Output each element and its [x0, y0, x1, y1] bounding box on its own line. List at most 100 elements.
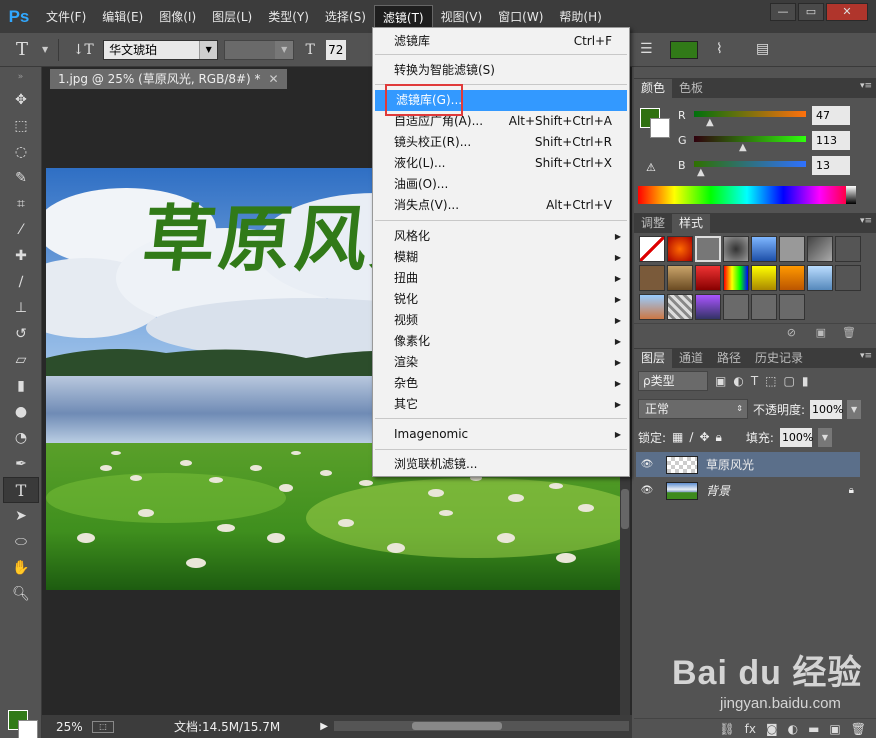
style-swatch[interactable]: [835, 236, 861, 262]
menu-view[interactable]: 视图(V): [433, 5, 491, 29]
green-slider[interactable]: G ▲ 113: [678, 131, 874, 153]
history-brush-tool-icon[interactable]: ↺: [3, 321, 39, 347]
slider-knob-icon[interactable]: ▲: [697, 167, 705, 178]
slider-knob-icon[interactable]: ▲: [739, 142, 747, 153]
panel-grip-icon[interactable]: »: [0, 67, 41, 87]
style-swatch[interactable]: [751, 236, 777, 262]
layer-name[interactable]: 背景: [706, 482, 730, 499]
eye-icon[interactable]: 👁︎: [636, 485, 658, 496]
ellipse-tool-icon[interactable]: ⬭: [3, 529, 39, 555]
close-tab-icon[interactable]: ✕: [269, 72, 279, 86]
menu-image[interactable]: 图像(I): [151, 5, 204, 29]
vanishing-point[interactable]: 消失点(V)... Alt+Ctrl+V: [373, 195, 629, 216]
browse-online-filters[interactable]: 浏览联机滤镜...: [373, 454, 629, 475]
red-value-input[interactable]: 47: [812, 106, 850, 125]
green-value-input[interactable]: 113: [812, 131, 850, 150]
type-tool-icon[interactable]: T: [8, 39, 36, 60]
lasso-tool-icon[interactable]: ◌: [3, 139, 39, 165]
crop-tool-icon[interactable]: ⌗: [3, 191, 39, 217]
smart-object-filter-icon[interactable]: ▢: [784, 374, 795, 388]
lock-position-icon[interactable]: ✥: [699, 430, 709, 444]
tab-color[interactable]: 颜色: [634, 79, 673, 98]
eraser-tool-icon[interactable]: ▱: [3, 347, 39, 373]
submenu-render[interactable]: 渲染 ▶: [373, 352, 629, 373]
scrollbar-thumb[interactable]: [412, 722, 502, 730]
chevron-down-icon[interactable]: ▼: [817, 427, 832, 447]
style-swatch[interactable]: [779, 236, 805, 262]
submenu-noise[interactable]: 杂色 ▶: [373, 373, 629, 394]
menu-file[interactable]: 文件(F): [38, 5, 94, 29]
style-swatch[interactable]: [639, 265, 665, 291]
submenu-blur[interactable]: 模糊 ▶: [373, 247, 629, 268]
submenu-imagenomic[interactable]: Imagenomic ▶: [373, 424, 629, 445]
layer-kind-select[interactable]: ρ类型: [638, 371, 708, 391]
submenu-distort[interactable]: 扭曲 ▶: [373, 268, 629, 289]
style-swatch[interactable]: [835, 265, 861, 291]
lock-pixels-icon[interactable]: ∕: [689, 430, 693, 444]
panel-menu-icon[interactable]: ▾≡: [860, 216, 872, 226]
zoom-tool-icon[interactable]: 🔍︎: [3, 581, 39, 607]
horizontal-scrollbar[interactable]: [334, 721, 629, 731]
blend-mode-select[interactable]: 正常 ⇕: [638, 399, 748, 419]
opacity-input[interactable]: 100%: [810, 399, 844, 419]
menu-edit[interactable]: 编辑(E): [94, 5, 151, 29]
tab-channels[interactable]: 通道: [672, 349, 710, 368]
submenu-sharpen[interactable]: 锐化 ▶: [373, 289, 629, 310]
adjustment-layer-icon[interactable]: ◐: [788, 722, 798, 736]
font-size-input[interactable]: 72: [326, 39, 347, 60]
tool-preset-caret-icon[interactable]: ▼: [42, 45, 48, 54]
quick-select-tool-icon[interactable]: ✎: [3, 165, 39, 191]
convert-smart-filter[interactable]: 转换为智能滤镜(S): [373, 60, 629, 81]
submenu-pixelate[interactable]: 像素化 ▶: [373, 331, 629, 352]
style-swatch[interactable]: [695, 236, 721, 262]
panel-menu-icon[interactable]: ▾≡: [860, 81, 872, 91]
fill-input[interactable]: 100%: [779, 427, 813, 447]
document-tab[interactable]: 1.jpg @ 25% (草原风光, RGB/8#) * ✕: [50, 69, 287, 89]
tab-styles[interactable]: 样式: [672, 214, 711, 233]
type-tool-icon[interactable]: T: [3, 477, 39, 503]
style-swatch[interactable]: [807, 236, 833, 262]
lock-all-icon[interactable]: 🔒︎: [716, 430, 722, 445]
style-swatch[interactable]: [695, 265, 721, 291]
marquee-tool-icon[interactable]: ⬚: [3, 113, 39, 139]
panel-menu-icon[interactable]: ▾≡: [860, 351, 872, 361]
lens-correction[interactable]: 镜头校正(R)... Shift+Ctrl+R: [373, 132, 629, 153]
menu-type[interactable]: 类型(Y): [260, 5, 317, 29]
liquify[interactable]: 液化(L)... Shift+Ctrl+X: [373, 153, 629, 174]
status-menu-arrow-icon[interactable]: ▶: [320, 721, 328, 732]
background-color-swatch[interactable]: [18, 720, 38, 738]
color-spectrum[interactable]: [638, 186, 856, 204]
green-track[interactable]: [694, 136, 806, 142]
minimize-button[interactable]: —: [770, 3, 796, 21]
style-swatch[interactable]: [667, 294, 693, 320]
style-swatch[interactable]: [667, 265, 693, 291]
brush-tool-icon[interactable]: ∕: [3, 269, 39, 295]
menu-window[interactable]: 窗口(W): [490, 5, 551, 29]
menu-filter[interactable]: 滤镜(T): [373, 4, 433, 29]
tab-swatches[interactable]: 色板: [672, 79, 710, 98]
move-tool-icon[interactable]: ✥: [3, 87, 39, 113]
gamut-warning-icon[interactable]: ⚠: [646, 161, 656, 174]
menu-help[interactable]: 帮助(H): [551, 5, 609, 29]
style-swatch[interactable]: [779, 294, 805, 320]
tab-paths[interactable]: 路径: [710, 349, 748, 368]
scrollbar-thumb[interactable]: [621, 489, 629, 529]
clear-style-icon[interactable]: ⊘: [787, 326, 796, 339]
style-swatch[interactable]: [779, 265, 805, 291]
layer-name[interactable]: 草原风光: [706, 456, 754, 473]
zoom-level[interactable]: 25%: [42, 720, 92, 734]
red-slider[interactable]: R ▲ 47: [678, 106, 874, 128]
blue-value-input[interactable]: 13: [812, 156, 850, 175]
submenu-video[interactable]: 视频 ▶: [373, 310, 629, 331]
fx-icon[interactable]: fx: [745, 722, 756, 736]
tab-adjustments[interactable]: 调整: [634, 214, 672, 233]
tab-history[interactable]: 历史记录: [748, 349, 810, 368]
chevron-down-icon[interactable]: ▼: [847, 399, 862, 419]
filter-gallery-last[interactable]: 滤镜库 Ctrl+F: [373, 31, 629, 52]
gradient-tool-icon[interactable]: ▮: [3, 373, 39, 399]
oil-paint[interactable]: 油画(O)...: [373, 174, 629, 195]
new-group-icon[interactable]: ▬: [808, 722, 819, 736]
blue-track[interactable]: [694, 161, 806, 167]
trash-icon[interactable]: 🗑︎: [842, 326, 856, 339]
lock-transparent-icon[interactable]: ▦: [672, 430, 683, 444]
